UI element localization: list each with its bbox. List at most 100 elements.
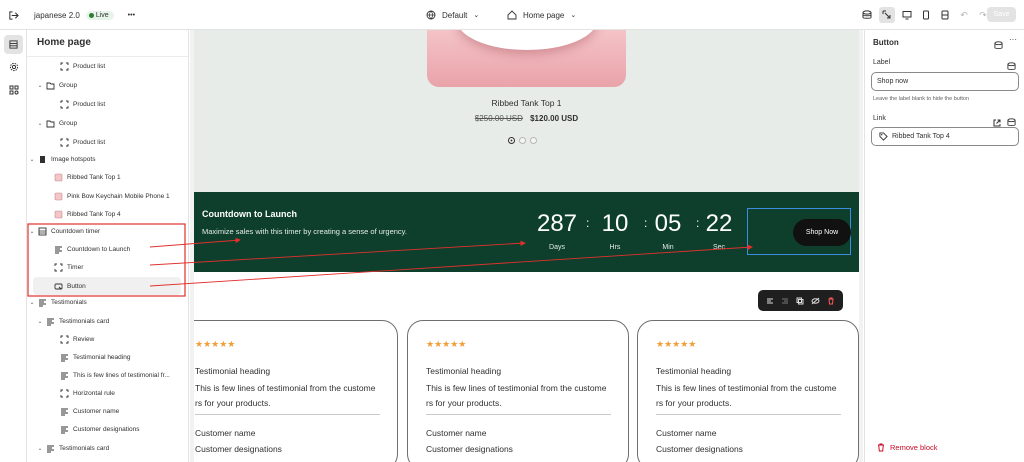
- inspector-select-icon[interactable]: [879, 7, 895, 23]
- carousel-dot[interactable]: [519, 137, 526, 144]
- apps-icon[interactable]: [4, 80, 23, 99]
- tree-item-label: Customer designations: [73, 425, 140, 433]
- countdown-heading[interactable]: Countdown to Launch: [202, 209, 297, 219]
- database-icon[interactable]: [860, 8, 874, 22]
- duplicate-icon[interactable]: [795, 296, 805, 306]
- chevron-down-icon: ⌄: [473, 12, 480, 19]
- tree-item-label: Testimonial heading: [73, 353, 131, 361]
- section-icon: [60, 335, 69, 344]
- tree-item[interactable]: ⌄ Testimonials: [27, 293, 188, 311]
- countdown-section[interactable]: Countdown to Launch Maximize sales with …: [194, 192, 859, 272]
- tag-icon: [879, 132, 888, 143]
- inspector-title: Button: [873, 38, 899, 47]
- tree-item[interactable]: Product list: [27, 57, 188, 75]
- text-icon: [60, 425, 69, 434]
- customer-name: Customer name: [195, 428, 256, 438]
- move-down-icon[interactable]: [780, 296, 790, 306]
- chevron-down-icon[interactable]: ⌄: [37, 120, 43, 127]
- tree-item[interactable]: Customer name: [27, 402, 188, 420]
- status-badge: Live: [85, 10, 114, 20]
- timer-hours: 10: [601, 210, 629, 237]
- globe-icon: [426, 10, 436, 20]
- tree-item[interactable]: ⌄ Countdown timer: [27, 222, 188, 240]
- chevron-down-icon[interactable]: ⌄: [37, 318, 43, 325]
- exit-icon[interactable]: [8, 0, 19, 30]
- more-actions-button[interactable]: •••: [128, 12, 135, 19]
- undo-icon[interactable]: ↶: [957, 8, 971, 22]
- tree-item-label: Group: [59, 81, 78, 89]
- tree-item[interactable]: Horizontal rule: [27, 384, 188, 402]
- rating-stars: ★★★★★: [195, 339, 236, 349]
- save-button[interactable]: Save: [987, 7, 1016, 22]
- tree-item[interactable]: ⌄ Group: [27, 76, 188, 94]
- tree-item-label: Product list: [73, 62, 106, 70]
- countdown-subtext[interactable]: Maximize sales with this timer by creati…: [202, 227, 407, 236]
- fullscreen-view-icon[interactable]: [938, 8, 952, 22]
- mobile-view-icon[interactable]: [919, 8, 933, 22]
- database-icon[interactable]: [994, 37, 1003, 55]
- chevron-down-icon[interactable]: ⌄: [29, 156, 35, 163]
- chevron-down-icon[interactable]: ⌄: [29, 299, 35, 306]
- label-input[interactable]: Shop now: [871, 72, 1019, 91]
- text-icon: [60, 407, 69, 416]
- chevron-down-icon[interactable]: ⌄: [37, 445, 43, 452]
- theme-select[interactable]: Default ⌄: [426, 0, 479, 30]
- tree-item[interactable]: Product list: [27, 133, 188, 151]
- tree-item-label: Review: [73, 335, 95, 343]
- tree-item[interactable]: Testimonial heading: [27, 348, 188, 366]
- text-icon: [60, 353, 69, 362]
- desktop-view-icon[interactable]: [900, 8, 914, 22]
- remove-block-button[interactable]: Remove block: [877, 443, 938, 452]
- tree-item-label: This is few lines of testimonial fr...: [73, 371, 170, 379]
- delete-icon[interactable]: [826, 296, 836, 306]
- customer-designation: Customer designations: [426, 444, 513, 454]
- tree-item[interactable]: ⌄ Group: [27, 114, 188, 132]
- rating-stars: ★★★★★: [426, 339, 467, 349]
- sections-icon[interactable]: [4, 35, 23, 54]
- chevron-down-icon[interactable]: ⌄: [29, 228, 35, 235]
- testimonial-card[interactable]: ★★★★★ Testimonial heading This is few li…: [637, 320, 859, 462]
- product-title[interactable]: Ribbed Tank Top 1: [194, 98, 859, 108]
- tree-item[interactable]: Countdown to Launch: [27, 240, 188, 258]
- timer-days: 287: [536, 210, 578, 237]
- block-inspector: Button ··· Label Shop now Leave the labe…: [864, 30, 1024, 462]
- tree-item[interactable]: Ribbed Tank Top 4: [27, 205, 188, 223]
- tree-item-label: Ribbed Tank Top 1: [67, 173, 121, 181]
- shop-now-button[interactable]: Shop Now: [793, 219, 851, 246]
- tree-item[interactable]: Customer designations: [27, 420, 188, 438]
- tree-item[interactable]: This is few lines of testimonial fr...: [27, 366, 188, 384]
- link-value: Ribbed Tank Top 4: [892, 133, 950, 140]
- tree-item[interactable]: Timer: [27, 258, 188, 276]
- testimonial-body: This is few lines of testimonial from th…: [426, 383, 607, 408]
- tree-item[interactable]: Pink Bow Keychain Mobile Phone 1: [27, 187, 188, 205]
- link-input[interactable]: Ribbed Tank Top 4: [871, 127, 1019, 146]
- tree-item[interactable]: Product list: [27, 95, 188, 113]
- tree-item-label: Testimonials card: [59, 444, 110, 452]
- tree-item[interactable]: ⌄ Testimonials card: [27, 439, 188, 457]
- product-image[interactable]: [427, 30, 626, 87]
- carousel-dot[interactable]: [508, 137, 515, 144]
- move-up-icon[interactable]: [765, 296, 775, 306]
- tree-item-label: Ribbed Tank Top 4: [67, 210, 121, 218]
- tree-item[interactable]: Ribbed Tank Top 1: [27, 168, 188, 186]
- folder-icon: [46, 81, 55, 90]
- tree-item[interactable]: ⌄ Testimonials card: [27, 312, 188, 330]
- tree-item[interactable]: ⌄ Image hotspots: [27, 150, 188, 168]
- more-options-icon[interactable]: ···: [1009, 35, 1017, 44]
- customer-name: Customer name: [426, 428, 487, 438]
- carousel-dot[interactable]: [530, 137, 537, 144]
- page-select[interactable]: Home page ⌄: [507, 0, 576, 30]
- tree-item-label: Countdown to Launch: [67, 245, 131, 253]
- tree-item-label: Horizontal rule: [73, 389, 115, 397]
- hide-icon[interactable]: [811, 296, 821, 306]
- status-badge-label: Live: [95, 11, 109, 19]
- testimonial-card[interactable]: ★★★★★ Testimonial heading This is few li…: [194, 320, 398, 462]
- tree-item[interactable]: Review: [27, 330, 188, 348]
- gear-icon[interactable]: [4, 57, 23, 76]
- testimonial-card[interactable]: ★★★★★ Testimonial heading This is few li…: [407, 320, 629, 462]
- rating-stars: ★★★★★: [656, 339, 697, 349]
- page-select-label: Home page: [523, 10, 565, 20]
- chevron-down-icon[interactable]: ⌄: [37, 82, 43, 89]
- price-compare: $250.00 USD: [474, 114, 523, 123]
- section-icon: [60, 100, 69, 109]
